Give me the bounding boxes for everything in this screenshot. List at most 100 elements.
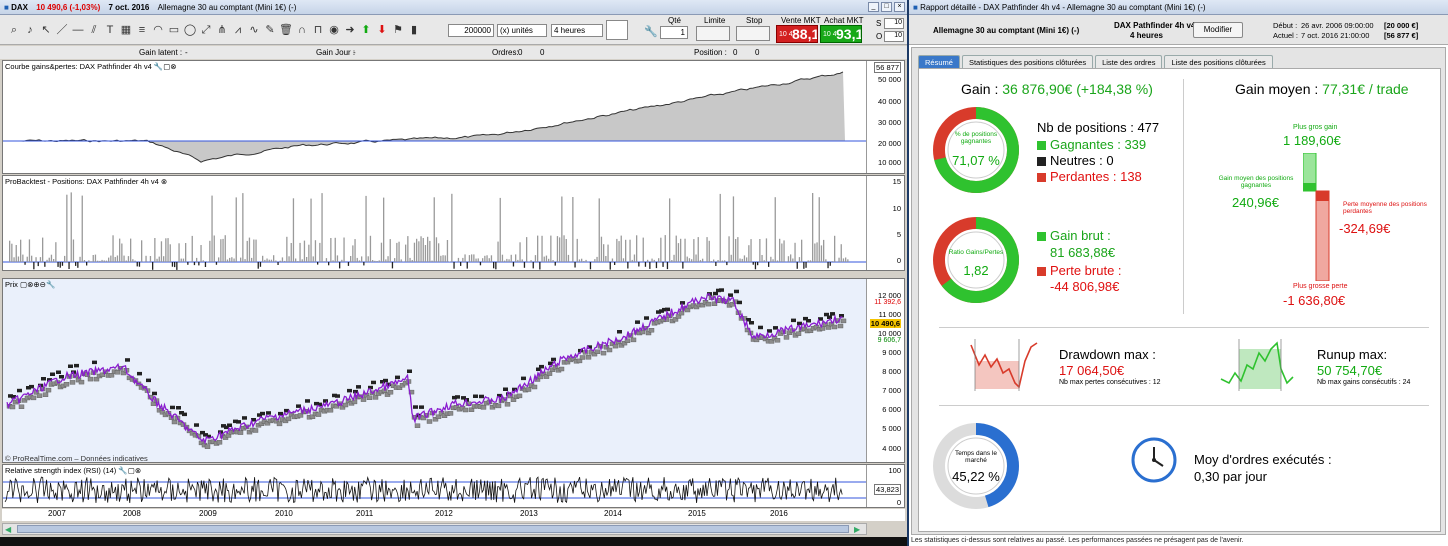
position-bar — [103, 260, 105, 262]
position-bar — [409, 257, 411, 262]
price-marker-last: 10 490,6 — [869, 319, 901, 328]
close-button[interactable]: × — [894, 2, 905, 12]
scroll-left-arrow[interactable]: ◀ — [5, 525, 11, 534]
price-marker-low: 9 606,7 — [877, 337, 901, 344]
text-icon[interactable]: T — [103, 23, 117, 37]
position-bar — [20, 239, 22, 262]
o-input[interactable]: 10 — [884, 31, 904, 42]
fib-icon[interactable]: ≡ — [135, 23, 149, 37]
wave-icon[interactable]: ∿ — [247, 23, 261, 37]
position-bar — [101, 259, 103, 262]
position-bar — [724, 260, 726, 262]
position-bar — [638, 262, 640, 267]
position-bar — [57, 262, 59, 267]
order-marker — [773, 326, 778, 330]
horizontal-scrollbar[interactable]: ◀ ▶ — [2, 523, 867, 535]
price-candle — [612, 343, 619, 349]
report-window: ■ Rapport détaillé - DAX Pathfinder 4h v… — [909, 0, 1448, 546]
price-candle — [600, 350, 607, 356]
position-bar — [625, 239, 627, 262]
position-bar — [611, 258, 614, 262]
s-input[interactable]: 10 — [884, 18, 904, 29]
position-bar — [792, 258, 794, 262]
eye-icon[interactable]: ◉ — [327, 23, 341, 37]
scroll-right-arrow[interactable]: ▶ — [854, 525, 860, 534]
price-candle — [531, 384, 538, 390]
qte-input[interactable]: 1 — [660, 26, 688, 39]
wrench-icon[interactable]: 🔧 — [644, 25, 658, 38]
tab-statistiques[interactable]: Statistiques des positions clôturées — [961, 55, 1094, 68]
tab-liste-ordres[interactable]: Liste des ordres — [1095, 55, 1163, 68]
position-bar — [33, 262, 35, 270]
line-icon[interactable]: ／ — [55, 23, 69, 37]
brush-icon[interactable]: ✎ — [263, 23, 277, 37]
position-bar — [515, 254, 517, 262]
alert-icon[interactable]: ♪ — [23, 23, 37, 37]
rect-icon[interactable]: ▭ — [167, 23, 181, 37]
arrow-down-icon[interactable]: ⬇ — [375, 23, 389, 37]
chart-type-button[interactable] — [606, 20, 628, 40]
candle-icon[interactable]: ▮ — [407, 23, 421, 37]
position-bar — [719, 193, 721, 262]
arrow-icon[interactable]: ⤢ — [199, 23, 213, 37]
position-bar — [809, 260, 812, 262]
price-candle — [276, 421, 283, 427]
fan-icon[interactable]: ⩘ — [231, 23, 245, 37]
buy-market-button[interactable]: 10 4 93,1 — [820, 25, 862, 43]
year-label: 2014 — [604, 509, 622, 518]
scroll-thumb[interactable] — [17, 525, 849, 533]
minimize-button[interactable]: _ — [868, 2, 879, 12]
position-bar — [152, 262, 154, 270]
equity-pane-icons[interactable]: 🔧▢⊗ — [154, 62, 177, 71]
limite-button[interactable] — [696, 26, 730, 41]
position-bar — [510, 254, 512, 262]
flag-icon[interactable]: ⚑ — [391, 23, 405, 37]
position-bar — [772, 259, 774, 262]
position-bar — [622, 258, 625, 262]
gain-moyen-value: 77,31€ / trade — [1322, 81, 1409, 97]
rsi-pane-icons[interactable]: 🔧▢⊗ — [118, 466, 141, 475]
clock-icon — [1131, 437, 1177, 483]
trash-icon[interactable]: 🗑 — [279, 23, 293, 37]
stop-button[interactable] — [736, 26, 770, 41]
position-bar — [407, 236, 409, 262]
order-marker — [260, 411, 265, 416]
cursor-icon[interactable]: ↖ — [39, 23, 53, 37]
tab-resume[interactable]: Résumé — [918, 55, 960, 68]
hline-icon[interactable]: ― — [71, 23, 85, 37]
arrow-up-icon[interactable]: ⬆ — [359, 23, 373, 37]
magnet-icon[interactable]: ∩ — [295, 23, 309, 37]
position-bar — [543, 256, 545, 262]
position-bar — [59, 262, 61, 268]
order-marker — [323, 399, 328, 403]
grid-icon[interactable]: ▦ — [119, 23, 133, 37]
tab-liste-positions[interactable]: Liste des positions clôturées — [1164, 55, 1273, 68]
gain-moyen-label: Gain moyen : — [1235, 81, 1319, 97]
arc-icon[interactable]: ◠ — [151, 23, 165, 37]
pitchfork-icon[interactable]: ⋔ — [215, 23, 229, 37]
units-select[interactable]: (x) unités — [497, 24, 547, 37]
position-bar — [50, 254, 53, 262]
maximize-button[interactable]: □ — [881, 2, 892, 12]
ellipse-icon[interactable]: ◯ — [183, 23, 197, 37]
arrow-right-icon[interactable]: ➜ — [343, 23, 357, 37]
position-bar — [550, 235, 552, 262]
order-marker — [395, 375, 400, 380]
position-bar — [292, 198, 295, 262]
modify-button[interactable]: Modifier — [1193, 22, 1243, 38]
position-bar — [457, 257, 460, 262]
channel-icon[interactable]: ⫽ — [87, 23, 101, 37]
sell-market-button[interactable]: 10 4 88,1 — [776, 25, 818, 43]
units-input[interactable]: 200000 — [448, 24, 494, 37]
position-bar — [482, 258, 484, 262]
period-select[interactable]: 4 heures — [551, 24, 603, 37]
lock-icon[interactable]: ⊓ — [311, 23, 325, 37]
chart-toolbar: ⌕ ♪ ↖ ／ ― ⫽ T ▦ ≡ ◠ ▭ ◯ ⤢ ⋔ ⩘ ∿ ✎ 🗑 ∩ ⊓ ◉ ➜ ⬆ ⬇ ⚑ ▮ 200000 (x) un… — [0, 15, 907, 45]
position-bar — [750, 239, 752, 262]
price-pane-icons[interactable]: ▢⊗⊕⊖🔧 — [20, 280, 55, 289]
order-marker — [356, 385, 361, 389]
zoom-icon[interactable]: ⌕ — [7, 23, 21, 37]
positions-pane-close-icon[interactable]: ⊗ — [161, 177, 167, 186]
price-pane: Prix ▢⊗⊕⊖🔧 © ProRealTime.com – Données i… — [2, 278, 905, 463]
position-bar — [222, 238, 224, 262]
